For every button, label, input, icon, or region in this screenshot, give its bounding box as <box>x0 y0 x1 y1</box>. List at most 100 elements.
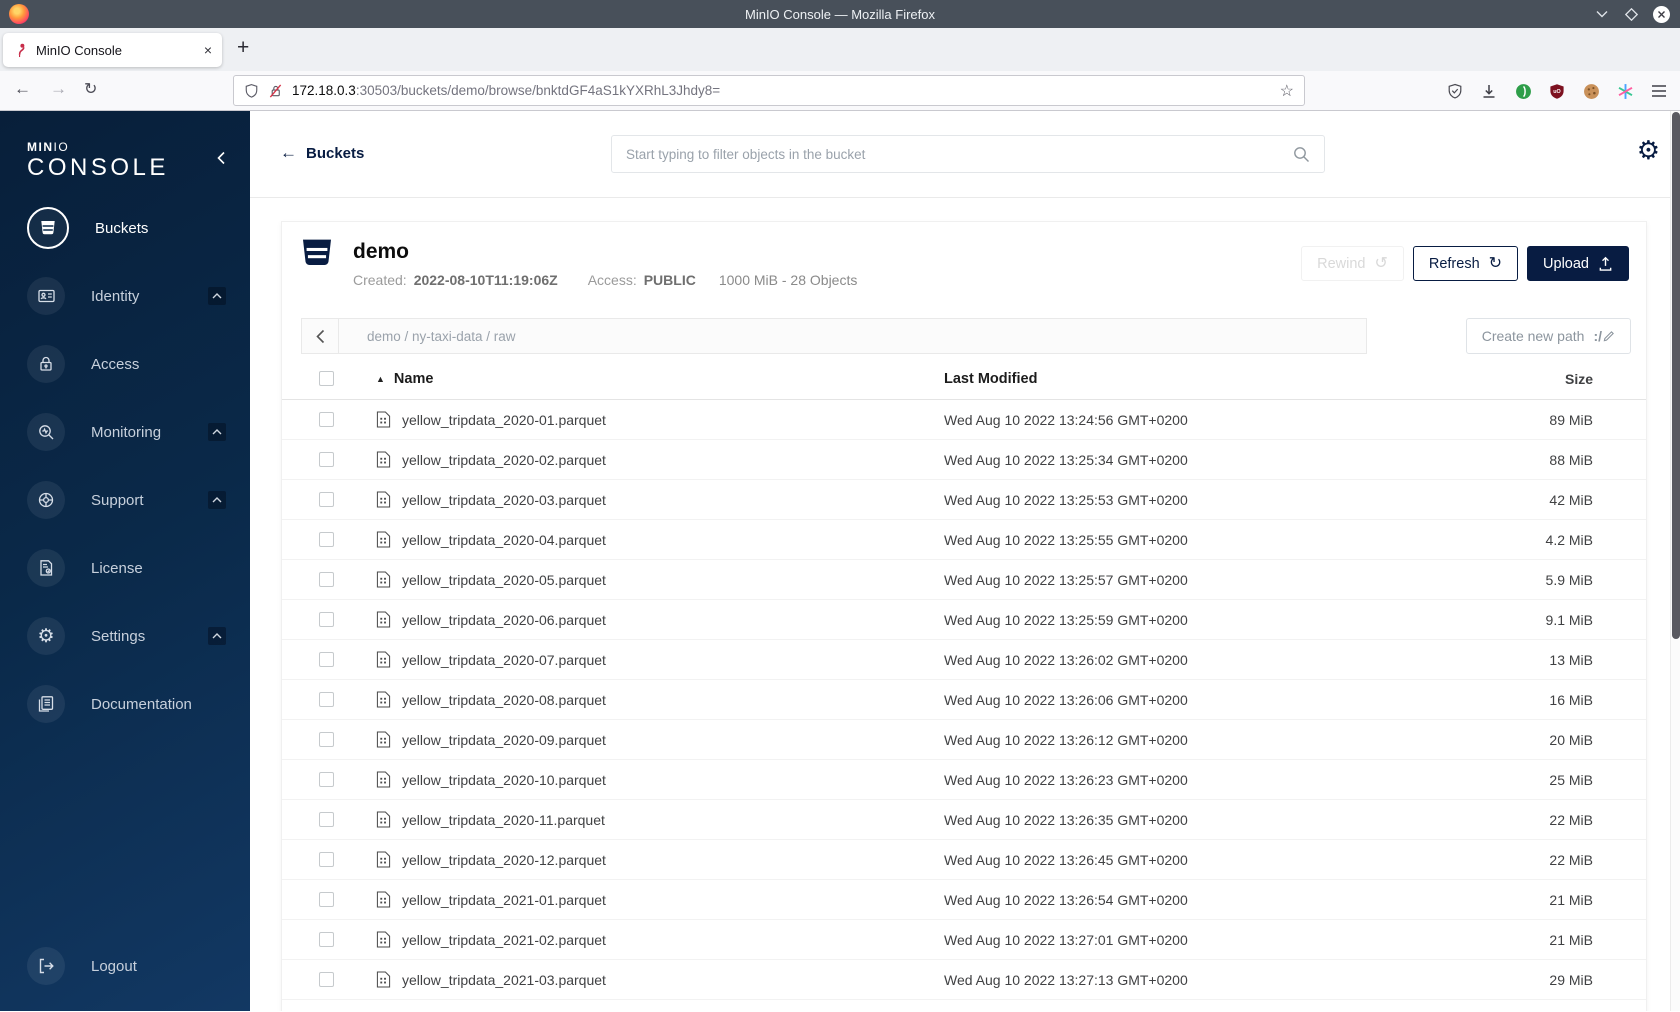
window-maximize-button[interactable] <box>1623 6 1640 23</box>
table-row[interactable]: yellow_tripdata_2021-02.parquet Wed Aug … <box>282 920 1646 960</box>
tracking-shield-icon[interactable] <box>244 83 259 99</box>
browser-tab[interactable]: MinIO Console × <box>3 33 222 67</box>
table-row[interactable]: yellow_tripdata_2021-01.parquet Wed Aug … <box>282 880 1646 920</box>
row-checkbox[interactable] <box>319 652 334 667</box>
row-checkbox[interactable] <box>319 732 334 747</box>
chevron-up-icon[interactable] <box>208 627 226 645</box>
row-checkbox[interactable] <box>319 492 334 507</box>
object-name[interactable]: yellow_tripdata_2020-10.parquet <box>402 772 606 788</box>
sidebar-item-label: Monitoring <box>91 423 162 441</box>
scrollbar-thumb[interactable] <box>1672 112 1680 639</box>
select-all-checkbox[interactable] <box>319 371 334 386</box>
sidebar-item-identity[interactable]: Identity <box>0 272 250 320</box>
table-row[interactable]: yellow_tripdata_2020-06.parquet Wed Aug … <box>282 600 1646 640</box>
table-row[interactable]: yellow_tripdata_2020-09.parquet Wed Aug … <box>282 720 1646 760</box>
object-name[interactable]: yellow_tripdata_2020-09.parquet <box>402 732 606 748</box>
row-checkbox[interactable] <box>319 572 334 587</box>
forward-button[interactable]: → <box>50 79 67 99</box>
sidebar-item-logout[interactable]: Logout <box>27 947 137 985</box>
table-row[interactable]: yellow_tripdata_2020-02.parquet Wed Aug … <box>282 440 1646 480</box>
object-name[interactable]: yellow_tripdata_2020-07.parquet <box>402 652 606 668</box>
object-name[interactable]: yellow_tripdata_2020-04.parquet <box>402 532 606 548</box>
sort-ascending-icon: ▲ <box>376 373 385 384</box>
sidebar-item-monitoring[interactable]: Monitoring <box>0 408 250 456</box>
row-checkbox[interactable] <box>319 412 334 427</box>
row-checkbox[interactable] <box>319 812 334 827</box>
tab-close-button[interactable]: × <box>204 43 212 57</box>
sidebar-item-license[interactable]: License <box>0 544 250 592</box>
hamburger-menu-button[interactable] <box>1650 82 1668 100</box>
shield-check-extension-icon[interactable] <box>1446 82 1464 100</box>
row-checkbox[interactable] <box>319 892 334 907</box>
window-close-button[interactable] <box>1653 5 1670 23</box>
object-name[interactable]: yellow_tripdata_2020-03.parquet <box>402 492 606 508</box>
back-button[interactable]: ← <box>14 79 31 99</box>
minio-flamingo-favicon <box>18 43 25 58</box>
navigation-toolbar: ← → ↻ 172.18.0.3:30503/buckets/demo/brow… <box>0 71 1680 111</box>
settings-gear-icon: ⚙ <box>37 625 55 647</box>
object-name[interactable]: yellow_tripdata_2021-03.parquet <box>402 972 606 988</box>
object-name[interactable]: yellow_tripdata_2020-06.parquet <box>402 612 606 628</box>
sidebar-collapse-button[interactable] <box>216 151 226 170</box>
object-name[interactable]: yellow_tripdata_2020-05.parquet <box>402 572 606 588</box>
row-checkbox[interactable] <box>319 692 334 707</box>
object-name[interactable]: yellow_tripdata_2020-02.parquet <box>402 452 606 468</box>
back-to-buckets-link[interactable]: ← Buckets <box>280 143 364 163</box>
chevron-up-icon[interactable] <box>208 287 226 305</box>
object-name[interactable]: yellow_tripdata_2020-08.parquet <box>402 692 606 708</box>
insecure-lock-icon[interactable] <box>268 83 283 99</box>
name-column-header[interactable]: ▲ Name <box>352 371 944 387</box>
sidebar-item-documentation[interactable]: Documentation <box>0 680 250 728</box>
reload-button[interactable]: ↻ <box>84 79 97 99</box>
object-name[interactable]: yellow_tripdata_2021-01.parquet <box>402 892 606 908</box>
cookie-extension-icon[interactable] <box>1582 82 1600 100</box>
row-checkbox[interactable] <box>319 452 334 467</box>
refresh-button[interactable]: Refresh ↻ <box>1412 246 1519 281</box>
breadcrumb[interactable]: demo / ny-taxi-data / raw <box>339 329 516 344</box>
table-row[interactable]: yellow_tripdata_2020-07.parquet Wed Aug … <box>282 640 1646 680</box>
table-row[interactable]: yellow_tripdata_2020-11.parquet Wed Aug … <box>282 800 1646 840</box>
rewind-button[interactable]: Rewind ↺ <box>1301 246 1404 281</box>
window-minimize-button[interactable] <box>1593 6 1610 23</box>
green-extension-icon[interactable] <box>1514 82 1532 100</box>
url-bar[interactable]: 172.18.0.3:30503/buckets/demo/browse/bnk… <box>233 75 1305 106</box>
sidebar-item-buckets[interactable]: Buckets <box>0 204 250 252</box>
row-checkbox[interactable] <box>319 972 334 987</box>
ublock-origin-extension-icon[interactable]: uO <box>1548 82 1566 100</box>
row-checkbox[interactable] <box>319 532 334 547</box>
object-name[interactable]: yellow_tripdata_2020-01.parquet <box>402 412 606 428</box>
create-new-path-button[interactable]: Create new path :/ <box>1465 318 1631 354</box>
row-checkbox[interactable] <box>319 932 334 947</box>
table-row[interactable]: yellow_tripdata_2020-05.parquet Wed Aug … <box>282 560 1646 600</box>
table-row[interactable]: yellow_tripdata_2020-03.parquet Wed Aug … <box>282 480 1646 520</box>
object-name[interactable]: yellow_tripdata_2020-11.parquet <box>402 812 605 828</box>
row-checkbox[interactable] <box>319 772 334 787</box>
monitoring-icon <box>39 425 54 440</box>
sidebar-item-support[interactable]: Support <box>0 476 250 524</box>
new-tab-button[interactable]: + <box>237 36 249 60</box>
table-row[interactable]: yellow_tripdata_2020-12.parquet Wed Aug … <box>282 840 1646 880</box>
chevron-up-icon[interactable] <box>208 491 226 509</box>
settings-gear-button[interactable]: ⚙ <box>1637 137 1660 163</box>
sidebar-item-settings[interactable]: ⚙ Settings <box>0 612 250 660</box>
path-back-button[interactable] <box>302 319 339 353</box>
vertical-scrollbar[interactable] <box>1670 111 1680 1011</box>
table-row[interactable]: yellow_tripdata_2020-04.parquet Wed Aug … <box>282 520 1646 560</box>
bookmark-star-icon[interactable]: ☆ <box>1280 81 1294 101</box>
table-row[interactable]: yellow_tripdata_2020-08.parquet Wed Aug … <box>282 680 1646 720</box>
upload-button[interactable]: Upload <box>1527 246 1629 281</box>
colorful-asterisk-extension-icon[interactable] <box>1616 82 1634 100</box>
object-last-modified: Wed Aug 10 2022 13:24:56 GMT+0200 <box>944 411 1188 428</box>
row-checkbox[interactable] <box>319 852 334 867</box>
table-row[interactable]: yellow_tripdata_2020-10.parquet Wed Aug … <box>282 760 1646 800</box>
chevron-up-icon[interactable] <box>208 423 226 441</box>
row-checkbox[interactable] <box>319 612 334 627</box>
table-row[interactable]: yellow_tripdata_2021-03.parquet Wed Aug … <box>282 960 1646 1000</box>
logo-brand-light: IO <box>53 140 70 154</box>
downloads-button[interactable] <box>1480 82 1498 100</box>
table-row[interactable]: yellow_tripdata_2020-01.parquet Wed Aug … <box>282 400 1646 440</box>
sidebar-item-access[interactable]: Access <box>0 340 250 388</box>
object-name[interactable]: yellow_tripdata_2020-12.parquet <box>402 852 606 868</box>
object-name[interactable]: yellow_tripdata_2021-02.parquet <box>402 932 606 948</box>
object-search-input[interactable] <box>626 146 1293 162</box>
